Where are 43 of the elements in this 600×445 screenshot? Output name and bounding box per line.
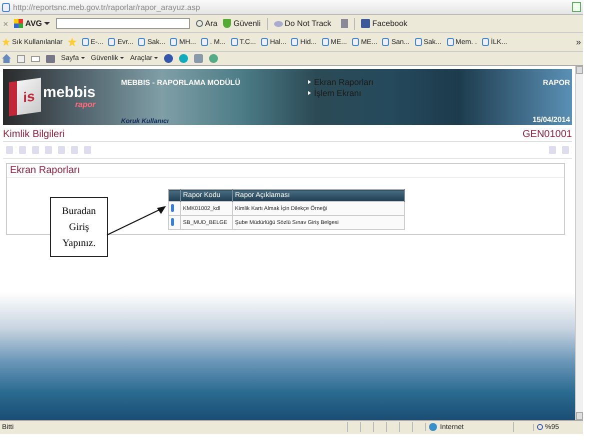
magnifier-icon [537,424,543,430]
logo-subtitle: rapor [75,100,96,109]
bullet-icon [308,80,311,84]
feed-icon [17,54,25,62]
page-icon [170,38,178,46]
search-button[interactable]: Ara [205,19,218,28]
facebook-icon [361,19,370,28]
page-icon [322,38,329,46]
do-not-track-button[interactable]: Do Not Track [284,19,332,28]
arrow [106,206,166,236]
avg-label[interactable]: AVG [25,19,42,28]
caret-icon [44,22,50,25]
page-icon [230,38,238,46]
add-favorite-icon [68,38,77,46]
search-field[interactable] [56,18,190,29]
page-icon [82,38,89,46]
callout-box: Buradan Giriş Yapınız. [50,197,108,257]
table-header [168,190,180,202]
scrollbar[interactable] [575,66,583,420]
page-icon [291,38,298,46]
page-icon [108,38,116,46]
page-icon [414,38,422,46]
avg-logo-icon [14,19,24,28]
page-icon [2,2,10,12]
page-icon [260,38,268,46]
logo-cube: is [9,78,41,116]
bullet-icon [308,91,311,95]
facebook-button[interactable]: Facebook [372,19,408,28]
home-icon [2,54,11,63]
page-icon [138,38,146,46]
page-icon [446,38,454,46]
page-title: Kimlik Bilgileri [3,128,65,140]
panel-title: Ekran Raporları [7,164,564,178]
more-button[interactable]: » [576,37,581,47]
safe-button[interactable]: Güvenli [233,19,261,28]
page-icon [382,38,390,46]
page-icon [201,38,208,46]
page-code: GEN01001 [522,128,572,140]
shield-icon [223,19,232,28]
page-icon [482,38,489,46]
page-icon [352,38,359,46]
mail-icon [31,56,40,62]
logo-text: mebbis [43,85,96,100]
